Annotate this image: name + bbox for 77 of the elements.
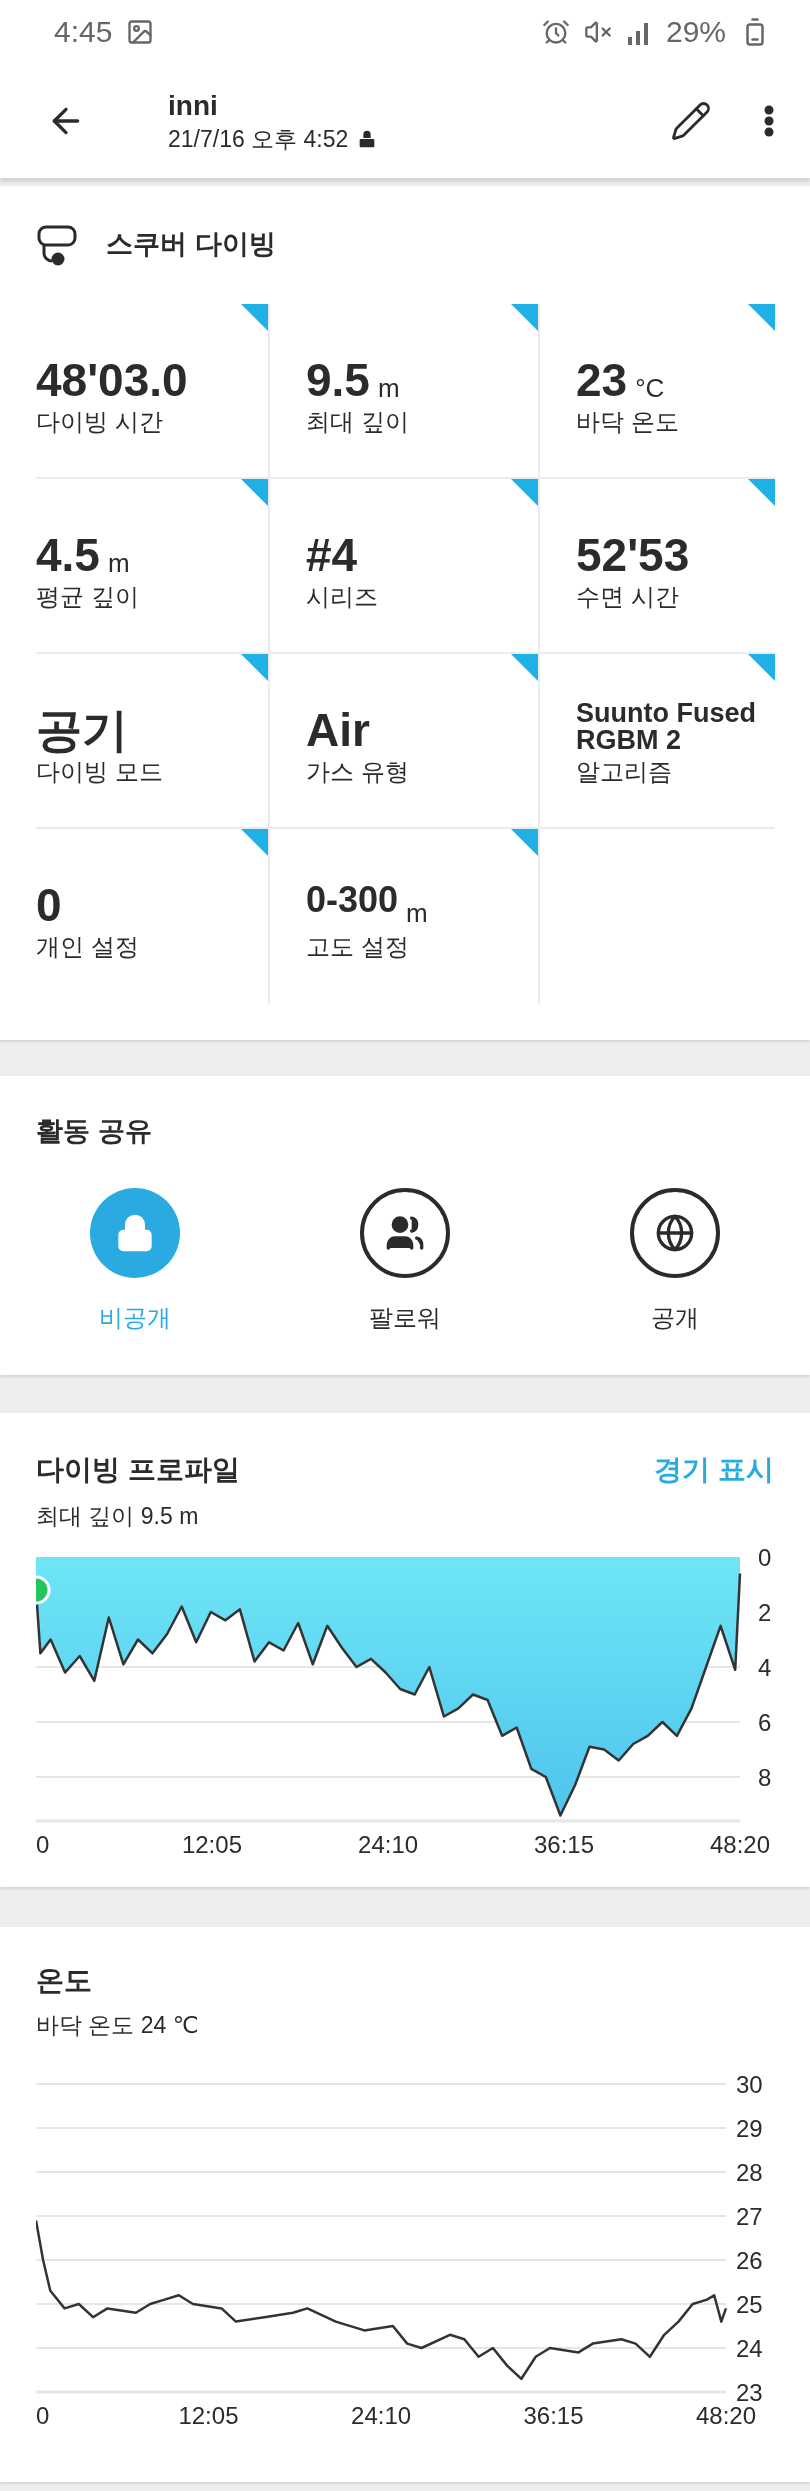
metric-label: 가스 유형 xyxy=(306,758,410,786)
metric-label: 시리즈 xyxy=(306,583,379,611)
section-subtitle: 바닥 온도 24 ℃ xyxy=(36,2011,200,2039)
metric-value: 0 xyxy=(36,881,62,929)
metric-value: Air xyxy=(306,706,370,754)
corner-marker xyxy=(241,304,268,331)
axis-tick-label: 24:10 xyxy=(351,2402,412,2430)
metric-value: 공기 xyxy=(36,706,128,754)
metric-value: 0-300 xyxy=(306,881,399,922)
image-icon xyxy=(126,18,155,46)
activity-date: 21/7/16 오후 4:52 xyxy=(168,125,349,153)
axis-tick-label: 27 xyxy=(736,2203,763,2231)
diving-mask-icon xyxy=(36,223,80,267)
axis-tick-label: 25 xyxy=(736,2291,763,2319)
metric-unit: m xyxy=(377,374,400,404)
axis-tick-label: 28 xyxy=(736,2159,763,2187)
corner-marker xyxy=(241,829,268,856)
axis-tick-label: 24:10 xyxy=(358,1831,419,1859)
section-title: 활동 공유 xyxy=(36,1116,153,1148)
privacy-option[interactable]: 공개 xyxy=(540,1187,810,1336)
axis-tick-label: 36:15 xyxy=(534,1831,595,1859)
metric-value: Suunto Fused RGBM 2 xyxy=(576,700,757,754)
metric-label: 수면 시간 xyxy=(576,583,680,611)
metric-value: 52'53 xyxy=(576,531,690,579)
metric-unit: °C xyxy=(635,374,665,404)
corner-marker xyxy=(511,654,538,681)
axis-tick-label: 24 xyxy=(736,2335,763,2363)
corner-marker xyxy=(511,479,538,506)
metric-label: 다이빙 시간 xyxy=(36,408,164,436)
axis-tick-label: 12:05 xyxy=(178,2402,239,2430)
activity-type: 스쿠버 다이빙 xyxy=(106,229,276,261)
lock-icon xyxy=(115,1213,155,1254)
privacy-option[interactable]: 팔로워 xyxy=(270,1187,540,1336)
axis-tick-label: 36:15 xyxy=(523,2402,584,2430)
metric-label: 다이빙 모드 xyxy=(36,758,164,786)
metric-value: 9.5 xyxy=(306,356,370,404)
section-subtitle: 최대 깊이 9.5 m xyxy=(36,1503,200,1530)
pencil-icon xyxy=(670,100,712,142)
corner-marker xyxy=(241,654,268,681)
axis-tick-label: 6 xyxy=(758,1709,772,1737)
corner-marker xyxy=(511,829,538,856)
corner-marker xyxy=(748,479,775,506)
metric-label: 최대 깊이 xyxy=(306,408,410,436)
metric-unit: m xyxy=(107,549,130,579)
corner-marker xyxy=(241,479,268,506)
section-title: 온도 xyxy=(36,1965,93,1998)
metric-label: 평균 깊이 xyxy=(36,583,140,611)
axis-tick-label: 29 xyxy=(736,2115,763,2143)
corner-marker xyxy=(511,304,538,331)
metric-label: 바닥 온도 xyxy=(576,408,680,436)
metric-label: 고도 설정 xyxy=(306,933,410,961)
status-time: 4:45 xyxy=(54,14,113,50)
axis-tick-label: 0 xyxy=(758,1544,772,1572)
metric-label: 알고리즘 xyxy=(576,758,673,786)
activity-owner: inni xyxy=(168,89,219,122)
axis-tick-label: 12:05 xyxy=(181,1831,242,1859)
alarm-icon xyxy=(541,18,570,46)
axis-tick-label: 30 xyxy=(736,2071,763,2099)
metric-value: 23 xyxy=(576,356,628,404)
axis-tick-label: 4 xyxy=(758,1654,772,1682)
axis-tick-label: 0 xyxy=(36,1831,50,1859)
metric-unit: m xyxy=(406,899,428,929)
metric-label: 개인 설정 xyxy=(36,933,140,961)
axis-tick-label: 2 xyxy=(758,1599,772,1627)
axis-tick-label: 8 xyxy=(758,1764,772,1792)
axis-tick-label: 0 xyxy=(36,2402,50,2430)
metric-value: #4 xyxy=(306,531,358,579)
metric-value: 48'03.0 xyxy=(36,356,188,404)
globe-icon xyxy=(655,1213,695,1254)
more-icon xyxy=(764,105,774,137)
corner-marker xyxy=(748,654,775,681)
metric-value: 4.5 xyxy=(36,531,100,579)
corner-marker xyxy=(748,304,775,331)
axis-tick-label: 48:20 xyxy=(709,1831,771,1859)
axis-tick-label: 26 xyxy=(736,2247,763,2275)
section-title: 다이빙 프로파일 xyxy=(36,1453,240,1487)
battery-percent: 29% xyxy=(665,14,726,50)
